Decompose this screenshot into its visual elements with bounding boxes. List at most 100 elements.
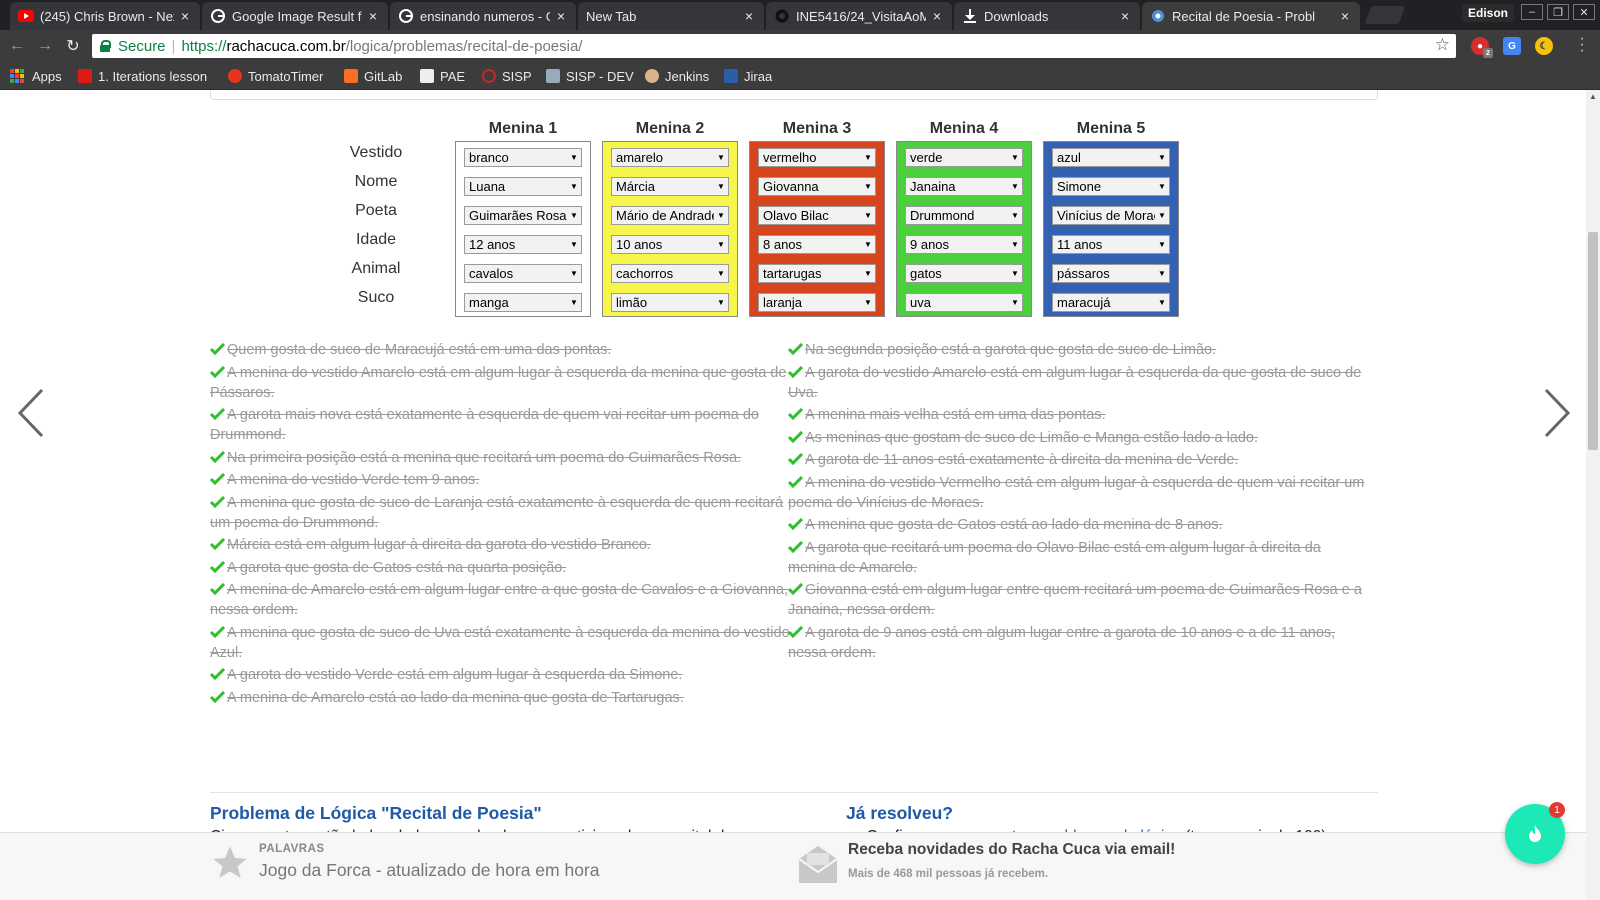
address-bar[interactable]: Secure | https://rachacuca.com.br/logica… <box>92 34 1456 58</box>
dropdown-caret-icon: ▼ <box>567 149 581 166</box>
chrome-menu-icon[interactable]: · · · <box>1578 31 1586 59</box>
clue-item[interactable]: A garota de 11 anos está exatamente à di… <box>788 450 1370 470</box>
profile-name[interactable]: Edison <box>1462 4 1514 22</box>
select-animal-2[interactable]: cachorros ▼ <box>611 264 729 283</box>
tab-recital-de-poesia[interactable]: Recital de Poesia - Probl × <box>1142 2 1360 30</box>
tab-title: New Tab <box>586 8 637 24</box>
close-tab-icon[interactable]: × <box>1118 8 1132 24</box>
select-suco-2[interactable]: limão ▼ <box>611 293 729 312</box>
select-animal-5[interactable]: pássaros ▼ <box>1052 264 1170 283</box>
select-suco-1[interactable]: manga ▼ <box>464 293 582 312</box>
tab-github[interactable]: INE5416/24_VisitaAoM × <box>766 2 952 30</box>
clue-item[interactable]: A menina que gosta de suco de Uva está e… <box>210 623 792 663</box>
select-suco-4[interactable]: uva ▼ <box>905 293 1023 312</box>
clue-item[interactable]: A garota que gosta de Gatos está na quar… <box>210 558 792 578</box>
hangman-game-link[interactable]: Jogo da Forca - atualizado de hora em ho… <box>259 860 599 881</box>
bookmark-pae[interactable]: PAE <box>420 68 465 84</box>
bookmark-jiraa[interactable]: Jiraa <box>724 68 772 84</box>
clue-item[interactable]: A menina mais velha está em uma das pont… <box>788 405 1370 425</box>
extension-moon-icon[interactable]: ☾ <box>1535 37 1553 55</box>
select-poeta-4[interactable]: Drummond ▼ <box>905 206 1023 225</box>
tab-google-search[interactable]: ensinando numeros - G × <box>390 2 576 30</box>
close-tab-icon[interactable]: × <box>178 8 192 24</box>
select-idade-1[interactable]: 12 anos ▼ <box>464 235 582 254</box>
reload-icon[interactable]: ↻ <box>64 37 82 55</box>
clue-item[interactable]: A garota de 9 anos está em algum lugar e… <box>788 623 1370 663</box>
select-nome-1[interactable]: Luana ▼ <box>464 177 582 196</box>
select-poeta-5[interactable]: Vinícius de Moraes ▼ <box>1052 206 1170 225</box>
select-animal-4[interactable]: gatos ▼ <box>905 264 1023 283</box>
back-arrow-icon[interactable]: ← <box>8 37 26 55</box>
select-poeta-3[interactable]: Olavo Bilac ▼ <box>758 206 876 225</box>
next-problem-arrow-icon[interactable] <box>1542 388 1572 438</box>
translate-icon[interactable]: G <box>1503 37 1521 55</box>
minimize-icon[interactable]: – <box>1521 4 1543 20</box>
bookmark-iterations-lesson[interactable]: 1. Iterations lesson <box>78 68 207 84</box>
bookmark-apps[interactable]: Apps <box>10 68 62 84</box>
clue-item[interactable]: A menina do vestido Amarelo está em algu… <box>210 363 792 403</box>
clue-item[interactable]: A menina de Amarelo está em algum lugar … <box>210 580 792 620</box>
select-idade-3[interactable]: 8 anos ▼ <box>758 235 876 254</box>
clue-item[interactable]: Na segunda posição está a garota que gos… <box>788 340 1370 360</box>
tab-youtube[interactable]: (245) Chris Brown - Nex × <box>10 2 200 30</box>
clue-item[interactable]: As meninas que gostam de suco de Limão e… <box>788 428 1370 448</box>
clue-item[interactable]: A menina que gosta de suco de Laranja es… <box>210 493 792 533</box>
clue-item[interactable]: A menina que gosta de Gatos está ao lado… <box>788 515 1370 535</box>
clue-item[interactable]: A garota do vestido Verde está em algum … <box>210 665 792 685</box>
clue-item[interactable]: A garota mais nova está exatamente à esq… <box>210 405 792 445</box>
clue-item[interactable]: Quem gosta de suco de Maracujá está em u… <box>210 340 792 360</box>
select-vestido-1[interactable]: branco ▼ <box>464 148 582 167</box>
bookmark-gitlab[interactable]: GitLab <box>344 68 402 84</box>
clue-item[interactable]: A menina de Amarelo está ao lado da meni… <box>210 688 792 708</box>
bookmark-sisp[interactable]: SISP <box>482 68 532 84</box>
select-vestido-4[interactable]: verde ▼ <box>905 148 1023 167</box>
close-tab-icon[interactable]: × <box>554 8 568 24</box>
bookmark-tomatotimer[interactable]: TomatoTimer <box>228 68 323 84</box>
tab-new-tab[interactable]: New Tab × <box>578 2 764 30</box>
bookmark-jenkins[interactable]: Jenkins <box>645 68 709 84</box>
select-nome-5[interactable]: Simone ▼ <box>1052 177 1170 196</box>
select-vestido-3[interactable]: vermelho ▼ <box>758 148 876 167</box>
dropdown-caret-icon: ▼ <box>714 294 728 311</box>
select-idade-4[interactable]: 9 anos ▼ <box>905 235 1023 254</box>
clue-item[interactable]: A garota do vestido Amarelo está em algu… <box>788 363 1370 403</box>
select-nome-4[interactable]: Janaina ▼ <box>905 177 1023 196</box>
select-vestido-5[interactable]: azul ▼ <box>1052 148 1170 167</box>
bookmark-star-icon[interactable]: ☆ <box>1435 35 1450 55</box>
select-vestido-2[interactable]: amarelo ▼ <box>611 148 729 167</box>
clue-item[interactable]: Na primeira posição está a menina que re… <box>210 448 792 468</box>
restore-icon[interactable]: ❐ <box>1547 4 1569 20</box>
newsletter-title[interactable]: Receba novidades do Racha Cuca via email… <box>848 841 1175 859</box>
select-suco-3[interactable]: laranja ▼ <box>758 293 876 312</box>
clue-item[interactable]: A garota que recitará um poema do Olavo … <box>788 538 1370 578</box>
clue-item[interactable]: A menina do vestido Vermelho está em alg… <box>788 473 1370 513</box>
select-idade-2[interactable]: 10 anos ▼ <box>611 235 729 254</box>
select-suco-5[interactable]: maracujá ▼ <box>1052 293 1170 312</box>
tab-downloads[interactable]: Downloads × <box>954 2 1140 30</box>
scroll-up-arrow-icon[interactable]: ▲ <box>1589 92 1597 101</box>
select-poeta-1[interactable]: Guimarães Rosa ▼ <box>464 206 582 225</box>
scrollbar-thumb[interactable] <box>1588 232 1598 450</box>
select-nome-3[interactable]: Giovanna ▼ <box>758 177 876 196</box>
close-tab-icon[interactable]: × <box>366 8 380 24</box>
select-idade-5[interactable]: 11 anos ▼ <box>1052 235 1170 254</box>
close-tab-icon[interactable]: × <box>1338 8 1352 24</box>
clue-item[interactable]: Giovanna está em algum lugar entre quem … <box>788 580 1370 620</box>
select-animal-3[interactable]: tartarugas ▼ <box>758 264 876 283</box>
extension-badge: 2 <box>1483 48 1493 58</box>
forward-arrow-icon[interactable]: → <box>36 37 54 55</box>
previous-problem-arrow-icon[interactable] <box>16 388 46 438</box>
select-poeta-2[interactable]: Mário de Andrade ▼ <box>611 206 729 225</box>
page-scrollbar[interactable]: ▲ <box>1586 90 1600 900</box>
select-animal-1[interactable]: cavalos ▼ <box>464 264 582 283</box>
new-tab-button[interactable] <box>1364 6 1406 24</box>
bookmark-sisp-dev[interactable]: SISP - DEV <box>546 68 634 84</box>
select-nome-2[interactable]: Márcia ▼ <box>611 177 729 196</box>
clue-item[interactable]: A menina do vestido Verde tem 9 anos. <box>210 470 792 490</box>
girl-column-5: azul ▼ Simone ▼ Vinícius de Moraes ▼ 11 ano… <box>1043 141 1179 317</box>
close-tab-icon[interactable]: × <box>742 8 756 24</box>
tab-google-image[interactable]: Google Image Result fo × <box>202 2 388 30</box>
close-window-icon[interactable]: ✕ <box>1573 4 1595 20</box>
close-tab-icon[interactable]: × <box>930 8 944 24</box>
clue-item[interactable]: Márcia está em algum lugar à direita da … <box>210 535 792 555</box>
